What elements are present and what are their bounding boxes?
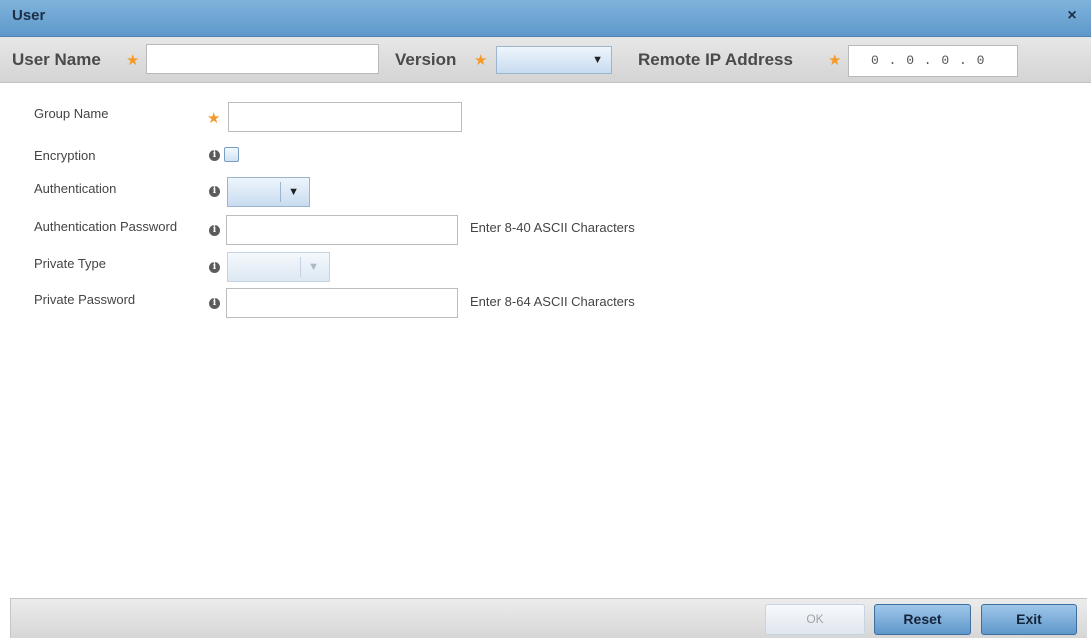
authentication-label: Authentication [34,181,117,196]
info-icon[interactable]: i [209,150,220,161]
authentication-password-hint: Enter 8-40 ASCII Characters [470,220,635,235]
required-star-icon: ★ [207,110,221,127]
encryption-label: Encryption [34,148,96,163]
required-star-icon: ★ [126,52,140,69]
private-type-label: Private Type [34,256,107,271]
group-name-input[interactable] [228,102,462,132]
user-name-label: User Name [12,50,101,69]
authentication-password-label: Authentication Password [34,219,178,234]
remote-ip-input[interactable]: 0 . 0 . 0 . 0 [848,45,1018,77]
chevron-down-icon: ▼ [288,186,299,198]
select-divider [280,182,281,202]
dialog-title: User [12,7,46,24]
select-divider [300,257,301,277]
header-fields-bar: User Name ★ Version ★ ▼ Remote IP Addres… [0,37,1091,83]
authentication-select[interactable]: ▼ [227,177,310,207]
group-name-label: Group Name [34,106,109,121]
private-password-hint: Enter 8-64 ASCII Characters [470,294,635,309]
exit-button[interactable]: Exit [981,604,1077,635]
info-icon[interactable]: i [209,186,220,197]
reset-button[interactable]: Reset [874,604,971,635]
chevron-down-icon: ▼ [308,261,319,273]
info-icon[interactable]: i [209,298,220,309]
required-star-icon: ★ [474,52,488,69]
encryption-checkbox[interactable] [224,147,239,162]
ok-button[interactable]: OK [765,604,865,635]
version-label: Version [395,50,457,69]
private-type-select[interactable]: ▼ [227,252,330,282]
close-icon[interactable]: × [1063,7,1081,25]
authentication-password-input[interactable] [226,215,458,245]
remote-ip-label: Remote IP Address [638,50,793,69]
info-icon[interactable]: i [209,262,220,273]
chevron-down-icon: ▼ [592,54,603,66]
version-select[interactable]: ▼ [496,46,612,74]
private-password-label: Private Password [34,292,136,307]
dialog-titlebar: User × [0,0,1091,37]
info-icon[interactable]: i [209,225,220,236]
user-name-input[interactable] [146,44,379,74]
required-star-icon: ★ [828,52,842,69]
private-password-input[interactable] [226,288,458,318]
